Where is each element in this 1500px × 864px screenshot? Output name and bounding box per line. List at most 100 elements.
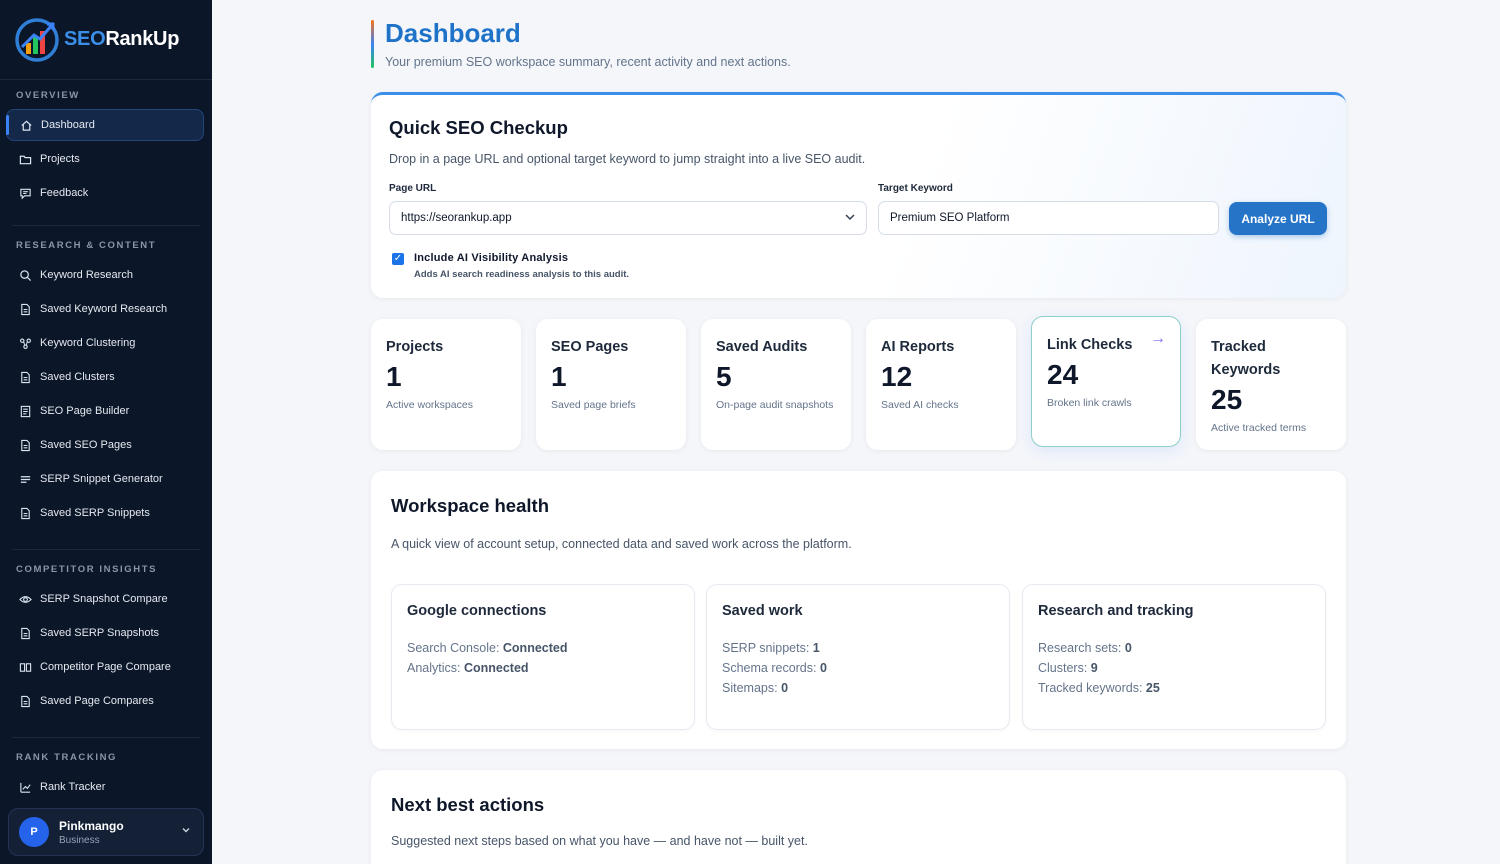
nav-keyword-research[interactable]: Keyword Research (6, 259, 204, 291)
section-competitor: COMPETITOR INSIGHTS (16, 564, 158, 575)
nav-label: Saved Page Compares (40, 695, 154, 707)
stat-value: 25 (1211, 384, 1243, 415)
section-title: Workspace health (391, 495, 549, 516)
nav-label: Feedback (40, 187, 89, 199)
nav-label: Dashboard (41, 119, 95, 131)
page-subtitle: Your premium SEO workspace summary, rece… (385, 55, 791, 69)
saved-work-card: Saved work SERP snippets: 1 Schema recor… (706, 584, 1010, 730)
page-builder-icon (18, 404, 32, 418)
stat-title: Link Checks (1047, 337, 1133, 353)
cluster-icon (18, 336, 32, 350)
workspace-health: Workspace health A quick view of account… (371, 471, 1346, 749)
nav-label: SERP Snippet Generator (40, 473, 163, 485)
card-title: Google connections (407, 603, 547, 619)
next-best-actions: Next best actions Suggested next steps b… (371, 770, 1346, 864)
section-rank-tracking: RANK TRACKING (16, 752, 118, 763)
stat-title: Saved Audits (716, 339, 808, 355)
stat-card-saved-audits[interactable]: Saved Audits 5 On-page audit snapshots (701, 319, 851, 450)
document-icon (18, 694, 32, 708)
columns-icon (18, 660, 32, 674)
tracked-keywords-count: Tracked keywords: 25 (1038, 681, 1160, 695)
chart-icon (18, 780, 32, 794)
nav-label: SEO Page Builder (40, 405, 130, 417)
sidebar: SEORankUp OVERVIEW Dashboard Projects Fe… (0, 0, 212, 864)
card-title: Saved work (722, 603, 803, 619)
analyze-url-button[interactable]: Analyze URL (1229, 202, 1327, 235)
ai-visibility-description: Adds AI search readiness analysis to thi… (414, 269, 630, 280)
chevron-down-icon (181, 825, 191, 838)
quick-seo-checkup: Quick SEO Checkup Drop in a page URL and… (371, 92, 1346, 298)
nav-saved-serp-snippets[interactable]: Saved SERP Snippets (6, 497, 204, 529)
quick-checkup-title: Quick SEO Checkup (389, 117, 568, 138)
search-icon (18, 268, 32, 282)
stat-card-seo-pages[interactable]: SEO Pages 1 Saved page briefs (536, 319, 686, 450)
nav-projects[interactable]: Projects (6, 143, 204, 175)
stat-value: 12 (881, 361, 913, 392)
target-keyword-input[interactable]: Premium SEO Platform (878, 201, 1219, 235)
stat-value: 1 (551, 361, 567, 392)
document-icon (18, 438, 32, 452)
stat-value: 5 (716, 361, 732, 392)
target-keyword-label: Target Keyword (878, 183, 953, 194)
chevron-down-icon (844, 211, 856, 226)
document-icon (18, 302, 32, 316)
nav-serp-snapshot-compare[interactable]: SERP Snapshot Compare (6, 583, 204, 615)
stat-title: AI Reports (881, 339, 955, 355)
section-description: A quick view of account setup, connected… (391, 537, 852, 551)
page-url-value: https://seorankup.app (401, 212, 512, 224)
stat-description: Broken link crawls (1047, 397, 1132, 409)
nav-label: Saved SERP Snapshots (40, 627, 160, 639)
home-icon (19, 118, 33, 132)
nav-serp-snippet-generator[interactable]: SERP Snippet Generator (6, 463, 204, 495)
stat-value: 1 (386, 361, 402, 392)
logo-icon (14, 17, 60, 63)
nav-label: SERP Snapshot Compare (40, 593, 168, 605)
stat-card-tracked-keywords[interactable]: Tracked Keywords 25 Active tracked terms (1196, 319, 1346, 450)
page-title: Dashboard (385, 18, 521, 48)
nav-label: Saved SEO Pages (40, 439, 132, 451)
research-tracking-card: Research and tracking Research sets: 0 C… (1022, 584, 1326, 730)
nav-saved-keyword-research[interactable]: Saved Keyword Research (6, 293, 204, 325)
stat-description: Saved AI checks (881, 399, 959, 411)
nav-rank-tracker[interactable]: Rank Tracker (6, 771, 204, 803)
nav-saved-serp-snapshots[interactable]: Saved SERP Snapshots (6, 617, 204, 649)
stat-title: Tracked Keywords (1211, 339, 1281, 378)
nav-saved-clusters[interactable]: Saved Clusters (6, 361, 204, 393)
stat-description: Active workspaces (386, 399, 473, 411)
nav-keyword-clustering[interactable]: Keyword Clustering (6, 327, 204, 359)
user-menu[interactable]: P Pinkmango Business (8, 808, 204, 856)
stat-title: SEO Pages (551, 339, 629, 355)
nav-label: Competitor Page Compare (40, 661, 171, 673)
ai-visibility-checkbox[interactable]: ✓ (392, 253, 404, 265)
nav-competitor-page-compare[interactable]: Competitor Page Compare (6, 651, 204, 683)
nav-label: Rank Tracker (40, 781, 106, 793)
section-research: RESEARCH & CONTENT (16, 240, 157, 251)
nav-saved-page-compares[interactable]: Saved Page Compares (6, 685, 204, 717)
stat-description: On-page audit snapshots (716, 399, 834, 411)
section-description: Suggested next steps based on what you h… (391, 834, 808, 848)
schema-records-count: Schema records: 0 (722, 661, 827, 675)
stat-card-projects[interactable]: Projects 1 Active workspaces (371, 319, 521, 450)
quick-checkup-description: Drop in a page URL and optional target k… (389, 152, 866, 166)
target-keyword-value: Premium SEO Platform (890, 212, 1010, 224)
stat-card-ai-reports[interactable]: AI Reports 12 Saved AI checks (866, 319, 1016, 450)
section-overview: OVERVIEW (16, 90, 80, 101)
clusters-count: Clusters: 9 (1038, 661, 1098, 675)
lines-icon (18, 472, 32, 486)
nav-seo-page-builder[interactable]: SEO Page Builder (6, 395, 204, 427)
nav-saved-seo-pages[interactable]: Saved SEO Pages (6, 429, 204, 461)
arrow-right-icon: → (1150, 330, 1166, 347)
nav-dashboard[interactable]: Dashboard (6, 109, 204, 141)
ai-visibility-label[interactable]: Include AI Visibility Analysis (414, 252, 568, 264)
stat-value: 24 (1047, 359, 1079, 390)
page-header: Dashboard Your premium SEO workspace sum… (371, 18, 791, 69)
nav-label: Keyword Clustering (40, 337, 136, 349)
page-url-select[interactable]: https://seorankup.app (389, 201, 867, 235)
nav-feedback[interactable]: Feedback (6, 177, 204, 209)
document-icon (18, 370, 32, 384)
brand-logo[interactable]: SEORankUp (0, 0, 212, 80)
sitemaps-count: Sitemaps: 0 (722, 681, 789, 695)
stat-card-link-checks[interactable]: Link Checks → 24 Broken link crawls (1031, 316, 1181, 447)
nav-label: Saved SERP Snippets (40, 507, 150, 519)
brand-name: SEORankUp (64, 28, 180, 50)
